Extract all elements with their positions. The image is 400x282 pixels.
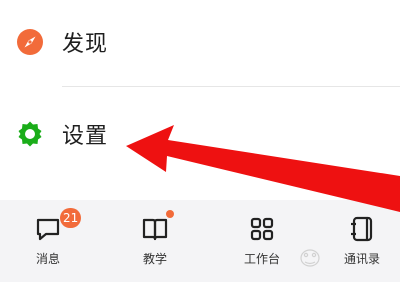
menu-item-settings[interactable]: 设置	[0, 94, 400, 174]
book-icon	[142, 218, 168, 241]
gear-icon	[16, 120, 44, 148]
chat-bubble-icon	[36, 218, 60, 241]
menu-item-discover[interactable]: 发现	[0, 2, 400, 82]
tab-teaching-label: 教学	[142, 252, 167, 266]
grid-icon	[250, 217, 274, 241]
compass-icon	[16, 28, 44, 56]
notification-dot	[166, 210, 174, 218]
unread-badge: 21	[60, 208, 82, 228]
screen: 发现 设置 21 消息 教学 工作台 通讯录	[0, 0, 400, 282]
tab-teaching[interactable]: 教学	[115, 200, 195, 282]
menu-item-settings-label: 设置	[62, 124, 109, 149]
tab-messages[interactable]: 21 消息	[8, 200, 88, 282]
watermark-logo	[300, 249, 320, 267]
tab-messages-label: 消息	[35, 252, 60, 266]
address-book-icon	[351, 216, 373, 242]
tab-workbench[interactable]: 工作台	[222, 200, 302, 282]
tab-workbench-label: 工作台	[243, 252, 280, 266]
menu-item-discover-label: 发现	[62, 32, 109, 57]
divider	[62, 86, 400, 87]
